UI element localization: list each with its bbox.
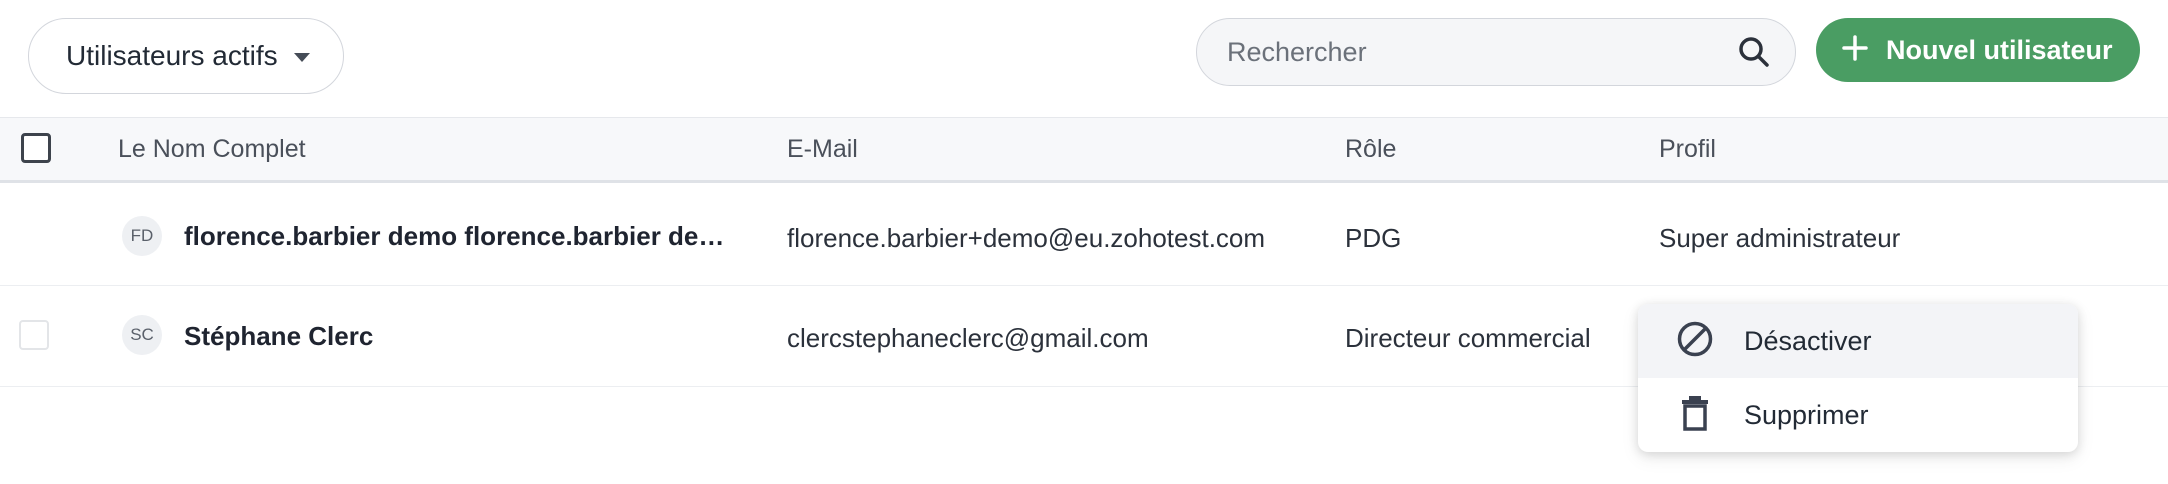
column-header-email[interactable]: E-Mail xyxy=(787,135,858,164)
trash-icon xyxy=(1676,394,1714,437)
chevron-down-icon xyxy=(293,52,310,62)
delete-menu-item[interactable]: Supprimer xyxy=(1638,378,2078,452)
column-header-profile[interactable]: Profil xyxy=(1659,135,1716,164)
column-header-name[interactable]: Le Nom Complet xyxy=(118,135,306,164)
plus-icon xyxy=(1842,34,1868,66)
user-name[interactable]: Stéphane Clerc xyxy=(184,321,373,352)
avatar: FD xyxy=(122,216,162,256)
new-user-label: Nouvel utilisateur xyxy=(1886,34,2113,65)
user-role: Directeur commercial xyxy=(1345,323,1591,353)
row-checkbox[interactable] xyxy=(19,320,49,350)
column-header-role[interactable]: Rôle xyxy=(1345,135,1396,164)
avatar: SC xyxy=(122,315,162,355)
user-status-filter-dropdown[interactable]: Utilisateurs actifs xyxy=(28,18,344,94)
block-icon xyxy=(1676,320,1714,363)
table-header: Le Nom Complet E-Mail Rôle Profil xyxy=(0,117,2168,183)
delete-label: Supprimer xyxy=(1744,399,1869,430)
deactivate-menu-item[interactable]: Désactiver xyxy=(1638,304,2078,378)
user-email: florence.barbier+demo@eu.zohotest.com xyxy=(787,223,1266,253)
search-box xyxy=(1196,18,1796,86)
user-role: PDG xyxy=(1345,223,1402,253)
new-user-button[interactable]: Nouvel utilisateur xyxy=(1816,18,2140,82)
deactivate-label: Désactiver xyxy=(1744,325,1872,356)
filter-label: Utilisateurs actifs xyxy=(66,40,278,71)
user-email: clercstephaneclerc@gmail.com xyxy=(787,323,1149,353)
table-row[interactable]: FD florence.barbier demo florence.barbie… xyxy=(0,186,2168,286)
search-input[interactable] xyxy=(1227,36,1737,68)
search-icon[interactable] xyxy=(1737,35,1771,69)
row-actions-menu: Désactiver Supprimer xyxy=(1638,304,2078,452)
user-profile: Super administrateur xyxy=(1659,223,1901,253)
user-name[interactable]: florence.barbier demo florence.barbier d… xyxy=(184,221,724,252)
select-all-checkbox[interactable] xyxy=(21,133,51,163)
